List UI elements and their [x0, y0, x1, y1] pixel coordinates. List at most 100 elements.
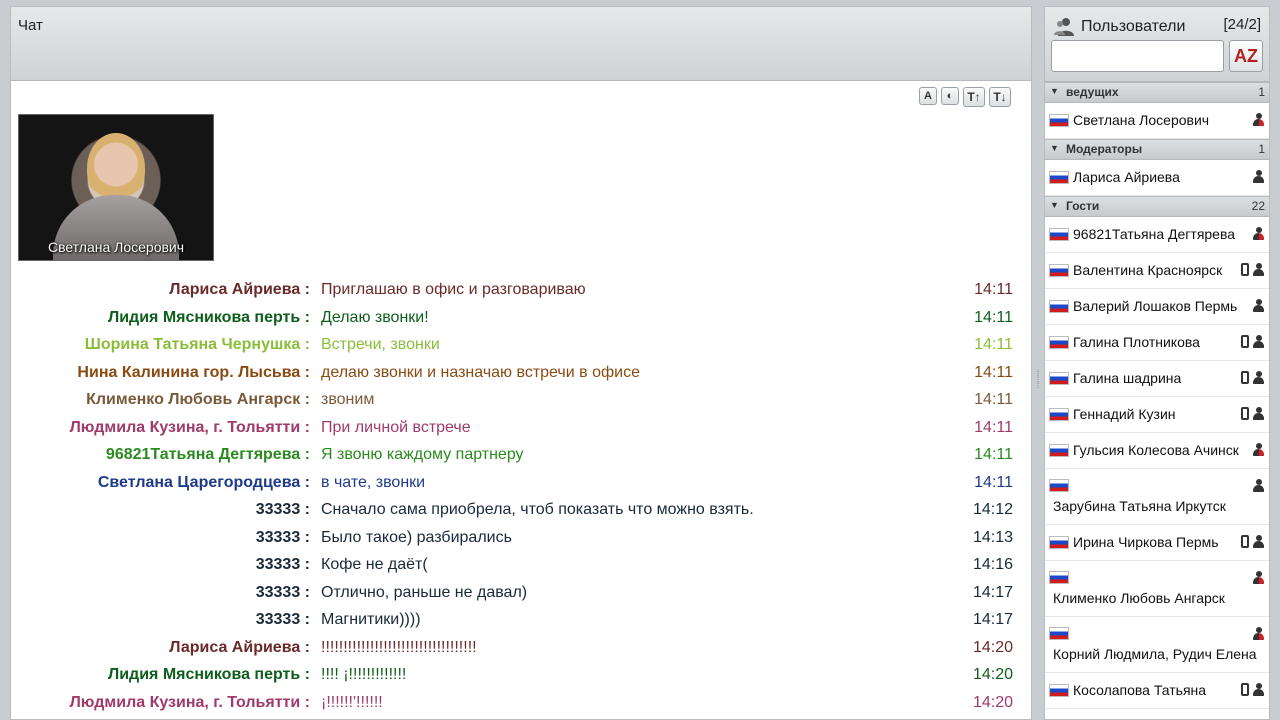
user-list-item[interactable]: Косолапова Татьяна — [1045, 673, 1269, 709]
message-author[interactable]: 33333 : — [256, 501, 310, 519]
message-author[interactable]: 33333 : — [256, 529, 310, 547]
mobile-phone-icon — [1241, 263, 1249, 276]
russia-flag-icon — [1049, 408, 1069, 421]
message-author[interactable]: 33333 : — [256, 584, 310, 602]
user-list-item[interactable]: Корний Людмила, Рудич Елена — [1045, 617, 1269, 673]
chat-message: 33333 : Магнитики)))) 14:17 — [11, 607, 1031, 635]
message-list: Лариса Айриева : Приглашаю в офис и разго… — [11, 277, 1031, 717]
increase-font-button[interactable]: T↑ — [963, 87, 985, 107]
chat-message: 33333 : Было такое) разбирались 14:13 — [11, 525, 1031, 553]
collapse-triangle-icon: ▼ — [1050, 86, 1059, 96]
user-group-header[interactable]: ▼ Модераторы 1 — [1045, 139, 1269, 160]
decrease-font-button[interactable]: T↓ — [989, 87, 1011, 107]
chat-message: 96821Татьяна Дегтярева : Я звоню каждому … — [11, 442, 1031, 470]
message-author[interactable]: Людмила Кузина, г. Тольятти : — [70, 694, 310, 712]
user-status-icons — [1253, 227, 1264, 240]
message-author[interactable]: Клименко Любовь Ангарск : — [86, 391, 310, 409]
user-groups: ▼ ведущих 1 Светлана Лосерович ▼ Модераторы 1 Л… — [1045, 82, 1269, 709]
user-name: Корний Людмила, Рудич Елена — [1053, 646, 1257, 662]
user-name: Светлана Лосерович — [1073, 112, 1210, 128]
mobile-phone-icon — [1241, 683, 1249, 696]
user-status-icons — [1241, 371, 1264, 384]
user-icon — [1253, 299, 1264, 312]
user-icon — [1253, 170, 1264, 183]
user-list-item[interactable]: Валентина Красноярск — [1045, 253, 1269, 289]
user-search-input[interactable] — [1051, 40, 1224, 72]
chat-panel: Чат A ◐ T↑ T↓ Светлана Лосерович Лариса … — [10, 6, 1032, 720]
message-author[interactable]: Лидия Мясникова перть : — [108, 309, 310, 327]
user-icon — [1253, 371, 1264, 384]
user-list-item[interactable]: Галина Плотникова — [1045, 325, 1269, 361]
color-picker-button[interactable]: ◐ — [941, 87, 959, 105]
message-text: Магнитики)))) — [321, 611, 421, 628]
mobile-phone-icon — [1241, 335, 1249, 348]
message-author[interactable]: Людмила Кузина, г. Тольятти : — [70, 419, 310, 437]
sort-az-button[interactable]: AZ — [1229, 40, 1263, 72]
user-status-icons — [1253, 571, 1264, 584]
user-group-header[interactable]: ▼ Гости 22 — [1045, 196, 1269, 217]
message-text: Кофе не даёт( — [321, 556, 428, 573]
user-status-icons — [1253, 113, 1264, 126]
user-list-item[interactable]: Валерий Лошаков Пермь — [1045, 289, 1269, 325]
user-list-item[interactable]: Геннадий Кузин — [1045, 397, 1269, 433]
message-text: Отлично, раньше не давал) — [321, 583, 528, 601]
russia-flag-icon — [1049, 228, 1069, 241]
chat-toolbar: A ◐ T↑ T↓ — [919, 87, 1011, 107]
user-status-icons — [1241, 407, 1264, 420]
message-author[interactable]: Лариса Айриева : — [169, 281, 310, 299]
user-list-item[interactable]: Лариса Айриева — [1045, 160, 1269, 196]
message-time: 14:17 — [972, 583, 1013, 601]
message-time: 14:11 — [974, 446, 1013, 463]
user-list-item[interactable]: Зарубина Татьяна Иркутск — [1045, 469, 1269, 525]
user-group-header[interactable]: ▼ ведущих 1 — [1045, 82, 1269, 103]
user-status-icons — [1241, 263, 1264, 276]
user-name: Косолапова Татьяна — [1073, 682, 1207, 698]
russia-flag-icon — [1049, 300, 1069, 313]
russia-flag-icon — [1049, 444, 1069, 457]
message-author[interactable]: 33333 : — [256, 556, 310, 574]
message-time: 14:20 — [972, 666, 1013, 683]
speaker-user-icon — [1253, 443, 1264, 456]
user-list-item[interactable]: Ирина Чиркова Пермь — [1045, 525, 1269, 561]
message-author[interactable]: 96821Татьяна Дегтярева : — [106, 446, 310, 464]
mobile-phone-icon — [1241, 407, 1249, 420]
user-status-icons — [1253, 479, 1264, 492]
user-name: Зарубина Татьяна Иркутск — [1053, 498, 1226, 514]
user-name: Лариса Айриева — [1073, 169, 1180, 185]
russia-flag-icon — [1049, 479, 1069, 492]
message-author[interactable]: Лариса Айриева : — [169, 639, 310, 657]
panel-resize-handle[interactable]: ⁞ ⁞ ⁞ — [1034, 369, 1042, 392]
chat-title: Чат — [18, 17, 43, 34]
russia-flag-icon — [1049, 627, 1069, 640]
message-text: Встречи, звонки — [321, 336, 440, 353]
user-list-item[interactable]: Светлана Лосерович — [1045, 103, 1269, 139]
presenter-video[interactable]: Светлана Лосерович — [18, 114, 214, 261]
users-panel: Пользователи [24/2] AZ ▼ ведущих 1 Светлана… — [1044, 6, 1270, 720]
message-time: 14:12 — [972, 501, 1013, 518]
group-count: 1 — [1258, 85, 1265, 99]
user-name: Галина шадрина — [1073, 370, 1182, 386]
message-text: !!!!!!!!!!!!!!!!!!!!!!!!!!!!!!!!!!! — [321, 638, 477, 656]
russia-flag-icon — [1049, 264, 1069, 277]
user-status-icons — [1253, 170, 1264, 183]
chat-header: Чат — [11, 7, 1031, 81]
message-author[interactable]: Лидия Мясникова перть : — [108, 666, 310, 684]
message-time: 14:13 — [972, 528, 1013, 546]
message-author[interactable]: Светлана Царегородцева : — [98, 474, 310, 492]
user-icon — [1253, 263, 1264, 276]
user-list-item[interactable]: Клименко Любовь Ангарск — [1045, 561, 1269, 617]
user-list-item[interactable]: 96821Татьяна Дегтярева — [1045, 217, 1269, 253]
message-author[interactable]: Шорина Татьяна Чернушка : — [85, 336, 310, 354]
user-icon — [1253, 683, 1264, 696]
user-list-item[interactable]: Гульсия Колесова Ачинск — [1045, 433, 1269, 469]
message-author[interactable]: 33333 : — [256, 611, 310, 629]
mobile-phone-icon — [1241, 535, 1249, 548]
chat-message: 33333 : Кофе не даёт(14:16 — [11, 552, 1031, 580]
chat-message: Нина Калинина гор. Лысьва : делаю звонки … — [11, 360, 1031, 388]
user-name: Гульсия Колесова Ачинск — [1073, 442, 1239, 458]
message-author[interactable]: Нина Калинина гор. Лысьва : — [77, 364, 310, 382]
message-text: Было такое) разбирались — [321, 528, 512, 546]
user-list-item[interactable]: Галина шадрина — [1045, 361, 1269, 397]
font-style-button[interactable]: A — [919, 87, 937, 105]
user-name: 96821Татьяна Дегтярева — [1073, 226, 1236, 242]
